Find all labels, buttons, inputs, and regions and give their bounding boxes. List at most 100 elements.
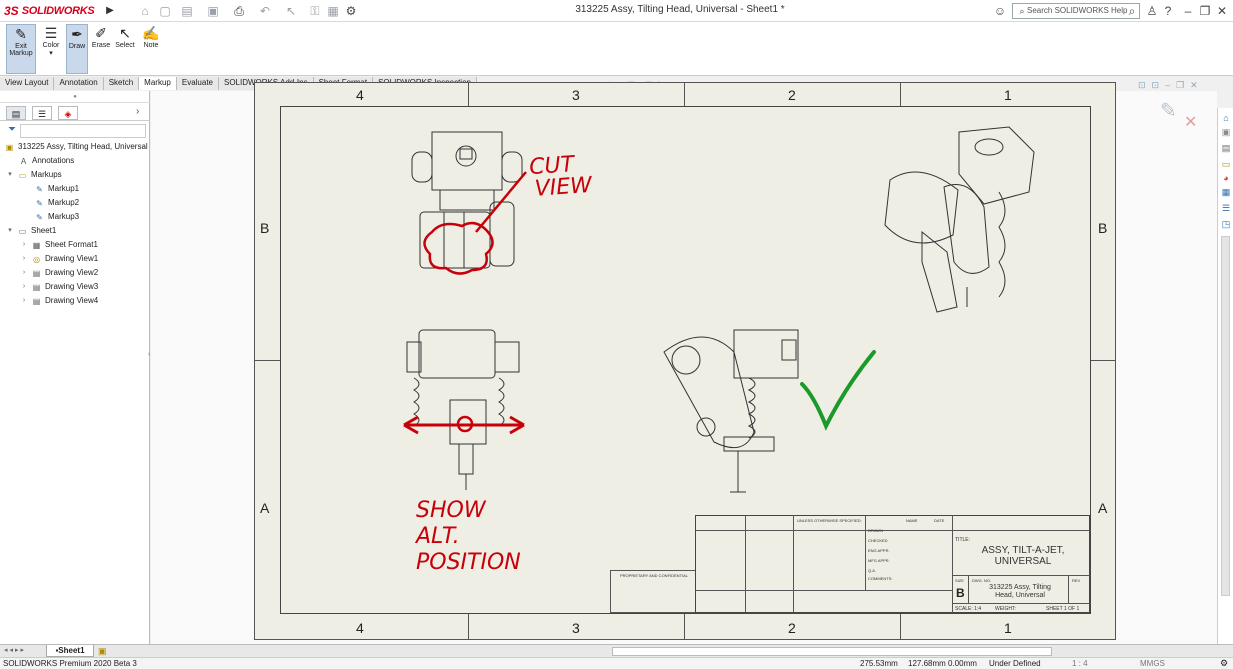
tree-item-label: Annotations <box>32 156 75 165</box>
markup2-line2: ALT. <box>416 524 460 549</box>
restore-icon[interactable]: ❐ <box>1197 3 1213 19</box>
tree-item-label: Drawing View4 <box>45 296 99 305</box>
options-gear-icon[interactable]: ⚙ <box>342 3 360 19</box>
color-label: Color <box>42 42 60 49</box>
expand-icon[interactable]: › <box>20 238 28 252</box>
expand-icon[interactable]: › <box>20 252 28 266</box>
vertical-scrollbar[interactable] <box>1221 236 1230 596</box>
markup2-text[interactable]: SHOW ALT. POSITION <box>416 498 521 576</box>
tree-item-sheet-format1[interactable]: › ▦ Sheet Format1 <box>20 238 98 252</box>
sheet-navigation-arrows-icon[interactable]: ◂◂▸▸ <box>4 646 26 654</box>
appearances-icon[interactable]: ◕ <box>1220 172 1232 184</box>
add-sheet-icon[interactable]: ▣ <box>98 646 107 657</box>
tab-markup[interactable]: Markup <box>139 77 177 90</box>
erase-button[interactable]: ✐ Erase <box>90 24 112 74</box>
undo-icon[interactable]: ↶ <box>256 3 274 19</box>
collapse-icon[interactable]: ▾ <box>6 168 14 182</box>
expand-icon[interactable]: › <box>20 280 28 294</box>
tree-item-annotations[interactable]: A Annotations <box>18 154 74 168</box>
minimize-icon[interactable]: – <box>1180 3 1196 19</box>
file-properties-icon[interactable]: ▦ <box>324 3 342 19</box>
help-search-input[interactable]: Search SOLIDWORKS Help <box>1012 3 1140 19</box>
resources-icon[interactable]: ▣ <box>1220 126 1232 138</box>
tree-item-label: Markup1 <box>48 184 80 193</box>
tab-evaluate[interactable]: Evaluate <box>176 77 219 90</box>
tree-item-markups[interactable]: ▾ ▭ Markups <box>6 168 61 182</box>
forum-icon[interactable]: ◳ <box>1220 218 1232 230</box>
panel-expand-icon[interactable]: › <box>136 106 139 117</box>
user-icon[interactable]: ♙ <box>1144 3 1160 19</box>
tree-root[interactable]: ▣ 313225 Assy, Tilting Head, Universal <box>4 140 148 154</box>
title-bar: 3S SOLIDWORKS ▶ ⌂ ▢ ▤ ▣ ⎙ ↶ ↖ ⚿ ▦ ⚙ 3132… <box>0 0 1233 22</box>
save-icon[interactable]: ▣ <box>204 3 222 19</box>
tree-item-drawing-view4[interactable]: › ▤ Drawing View4 <box>20 294 98 308</box>
tb-sheet: SHEET 1 OF 1 <box>1046 606 1080 612</box>
exit-markup-label: Exit Markup <box>9 43 33 57</box>
close-icon[interactable]: ✕ <box>1214 3 1230 19</box>
home-icon[interactable]: ⌂ <box>1220 112 1232 124</box>
annotations-icon: A <box>20 156 27 166</box>
tree-item-drawing-view3[interactable]: › ▤ Drawing View3 <box>20 280 98 294</box>
title-block-divider <box>865 515 866 590</box>
markup-icon: ✎ <box>36 184 43 194</box>
cancel-icon[interactable]: ✕ <box>1184 112 1197 132</box>
print-icon[interactable]: ⎙ <box>230 3 248 19</box>
tree-item-markup1[interactable]: ✎ Markup1 <box>34 182 79 196</box>
select-arrow-icon[interactable]: ↖ <box>282 3 300 19</box>
tree-item-markup3[interactable]: ✎ Markup3 <box>34 210 79 224</box>
rebuild-icon[interactable]: ⚿ <box>306 3 324 19</box>
tree-item-drawing-view2[interactable]: › ▤ Drawing View2 <box>20 266 98 280</box>
tree-item-drawing-view1[interactable]: › ◎ Drawing View1 <box>20 252 98 266</box>
sheet-tab-sheet1[interactable]: ▪Sheet1 <box>46 645 94 657</box>
open-icon[interactable]: ▤ <box>178 3 196 19</box>
horizontal-scrollbar[interactable] <box>612 647 1052 656</box>
expand-icon[interactable]: › <box>20 294 28 308</box>
new-document-icon[interactable]: ▢ <box>156 3 174 19</box>
help-icon[interactable]: ? <box>1160 3 1176 19</box>
file-explorer-icon[interactable]: ▭ <box>1220 158 1232 170</box>
markup1-text[interactable]: CUT VIEW <box>528 152 592 202</box>
color-dropdown-icon[interactable]: ▾ <box>40 49 62 57</box>
panel-tabs: ▤ ☰ ◈ › <box>0 105 150 121</box>
collapse-icon[interactable]: ▾ <box>6 224 14 238</box>
exit-markup-icon: ✎ <box>15 26 27 42</box>
tree-filter-input[interactable] <box>20 124 146 138</box>
markup-icon: ✎ <box>36 198 43 208</box>
filter-icon[interactable]: ⏷ <box>8 124 16 135</box>
markup-icon: ✎ <box>36 212 43 222</box>
color-button[interactable]: ☰ Color ▾ <box>40 24 62 74</box>
tab-view-layout[interactable]: View Layout <box>0 77 55 90</box>
property-manager-tab-icon[interactable]: ☰ <box>32 106 52 120</box>
custom-properties-icon[interactable]: ☰ <box>1220 202 1232 214</box>
design-library-icon[interactable]: ▤ <box>1220 142 1232 154</box>
tb-dwg-no-line1: 313225 Assy, Tilting <box>989 584 1051 591</box>
tree-item-markup2[interactable]: ✎ Markup2 <box>34 196 79 210</box>
draw-button[interactable]: ✒ Draw <box>66 24 88 74</box>
view-palette-icon[interactable]: ▦ <box>1220 186 1232 198</box>
tab-sketch[interactable]: Sketch <box>103 77 140 90</box>
solidworks-logo[interactable]: 3S SOLIDWORKS <box>4 2 104 20</box>
panel-handle[interactable]: ● <box>0 91 150 103</box>
home-icon[interactable]: ⌂ <box>136 3 154 19</box>
menu-expand-icon[interactable]: ▶ <box>104 3 116 19</box>
title-block-divider <box>952 575 1090 576</box>
customize-icon[interactable]: ⚙ <box>1220 658 1228 669</box>
display-manager-tab-icon[interactable]: ◈ <box>58 106 78 120</box>
tab-annotation[interactable]: Annotation <box>54 77 104 90</box>
note-button[interactable]: ✍ Note <box>140 24 162 74</box>
title-block-divider <box>968 575 969 603</box>
tree-item-sheet1[interactable]: ▾ ▭ Sheet1 <box>6 224 56 238</box>
erase-label: Erase <box>91 42 111 49</box>
exit-markup-button[interactable]: ✎ Exit Markup <box>6 24 36 74</box>
drawing-view-icon: ◎ <box>33 254 40 264</box>
tree-item-label: Markup2 <box>48 198 80 207</box>
select-button[interactable]: ↖ Select <box>114 24 136 74</box>
status-units[interactable]: MMGS <box>1140 658 1165 669</box>
search-go-icon[interactable]: ⌕ <box>1124 3 1140 19</box>
exit-sketch-icon[interactable]: ✎ <box>1160 98 1177 123</box>
feature-manager-tab-icon[interactable]: ▤ <box>6 106 26 120</box>
community-icon[interactable]: ☺ <box>992 3 1008 19</box>
viewport-controls[interactable]: ⊡⊡–❐✕ <box>1138 80 1210 92</box>
tb-title-line1: ASSY, TILT-A-JET, <box>981 545 1065 556</box>
expand-icon[interactable]: › <box>20 266 28 280</box>
